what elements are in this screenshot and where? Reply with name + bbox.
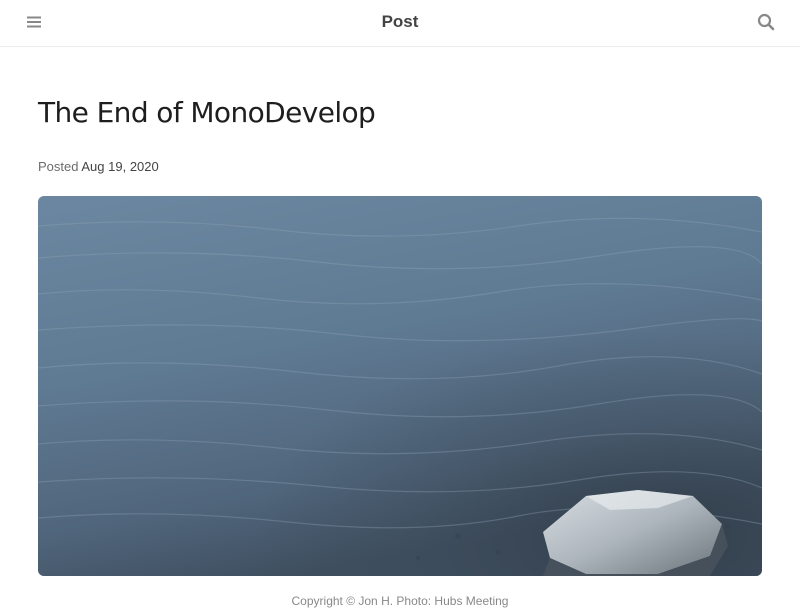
post-title: The End of MonoDevelop xyxy=(38,96,376,129)
page-title: Post xyxy=(381,12,419,31)
search-button[interactable] xyxy=(752,11,780,37)
post-preview-image xyxy=(38,196,762,576)
post-date: Aug 19, 2020 xyxy=(81,159,159,174)
posted-label: Posted xyxy=(38,159,79,174)
image-caption: Copyright © Jon H. Photo: Hubs Meeting xyxy=(291,594,509,608)
top-app-bar: Post xyxy=(0,0,800,47)
post-meta: Posted Aug 19, 2020 xyxy=(38,159,159,174)
lake-water-photo xyxy=(38,196,762,576)
search-icon xyxy=(757,13,775,36)
